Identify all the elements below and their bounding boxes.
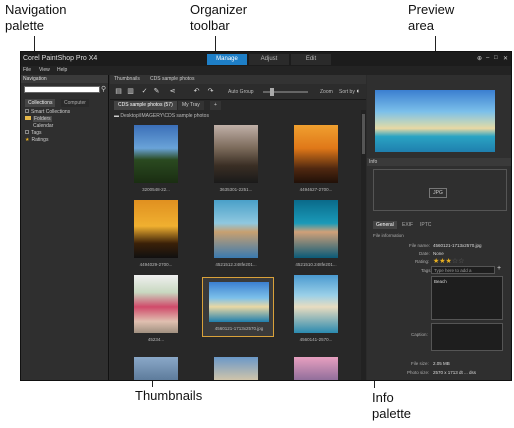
tab-cds-sample-photos[interactable]: CDS sample photos [150, 76, 194, 82]
info-thumbnail-box: JPG [373, 169, 507, 211]
tree-item-folders[interactable]: Folders [25, 116, 70, 123]
file-size-value: 2.05 MB [433, 361, 450, 366]
add-tray-button[interactable]: + [210, 101, 221, 110]
tag-item[interactable]: Beach [434, 279, 447, 284]
title-bar: Corel PaintShop Pro X4 Manage Adjust Edi… [21, 52, 511, 66]
callout-organizer-toolbar: Organizer toolbar [190, 2, 248, 33]
thumbnail[interactable]: 4494627-2700... [286, 125, 346, 197]
thumbnail-partial[interactable] [206, 357, 266, 380]
callout-preview-area: Preview area [408, 2, 455, 33]
rotate-right-icon[interactable]: ↷ [206, 87, 215, 96]
organizer-area: Thumbnails CDS sample photos ▤ ▥ ✓ ✎ ⋖ ↶… [110, 75, 366, 380]
caption-input[interactable] [431, 323, 503, 351]
tags-input[interactable]: Type here to add a [431, 266, 495, 274]
rotate-left-icon[interactable]: ↶ [192, 87, 201, 96]
navigation-header: Navigation [21, 75, 108, 83]
maximize-icon[interactable]: □ [494, 55, 498, 61]
options-icon[interactable]: ◐ [354, 87, 363, 96]
help-icon[interactable]: ⊕ [477, 55, 482, 62]
tab-computer[interactable]: Computer [61, 99, 89, 107]
tree-item-calendar[interactable]: Calendar [25, 123, 70, 130]
caption-label: Caption: [411, 332, 428, 337]
thumbnail[interactable]: 45234... [126, 275, 186, 347]
photo-size-label: Photo size: [407, 370, 430, 375]
thumbnail[interactable]: 3200548-22... [126, 125, 186, 197]
jpg-badge: JPG [429, 188, 447, 198]
view-mode-icon[interactable]: ▤ [114, 87, 123, 96]
tab-cds-folder[interactable]: CDS sample photos (57) [114, 101, 177, 110]
edit-icon[interactable]: ✎ [152, 87, 161, 96]
close-icon[interactable]: ✕ [503, 55, 508, 62]
preview-image [375, 90, 495, 152]
thumbnail-partial[interactable] [286, 357, 346, 380]
scrollbar-thumb[interactable] [362, 114, 365, 154]
menu-help[interactable]: Help [57, 67, 67, 73]
breadcrumb: ▬ Desktop\IMAGERY\CDS sample photos [114, 113, 209, 119]
menu-bar: File View Help [21, 66, 511, 75]
thumbnail[interactable]: 4494029-2700... [126, 200, 186, 272]
search-icon[interactable]: ⚲ [101, 85, 106, 93]
tab-iptc[interactable]: IPTC [417, 221, 434, 229]
tab-collections[interactable]: Collections [25, 99, 56, 107]
file-name-label: File name: [409, 243, 431, 248]
thumbnail[interactable]: 4521510.248fe201... [286, 200, 346, 272]
tab-thumbnails[interactable]: Thumbnails [114, 76, 140, 82]
zoom-slider-knob[interactable] [270, 88, 274, 96]
tree-item-smart-collections[interactable]: Smart Collections [25, 109, 70, 116]
date-value: None [433, 251, 444, 256]
thumbnail[interactable]: 4521512.248fe201... [206, 200, 266, 272]
tab-manage[interactable]: Manage [207, 54, 247, 65]
folder-icon [25, 116, 31, 120]
thumbnail[interactable]: 3635301-2251... [206, 125, 266, 197]
add-tag-icon[interactable]: + [497, 265, 501, 272]
thumbnail[interactable]: 4560141-2570... [286, 275, 346, 347]
minimize-icon[interactable]: – [486, 55, 489, 61]
tab-my-tray[interactable]: My Tray [178, 101, 204, 110]
tags-list[interactable]: Beach [431, 276, 503, 320]
thumbnail-selected[interactable]: 4560121-1713x2570.jpg [202, 277, 274, 337]
select-icon[interactable]: ✓ [140, 87, 149, 96]
zoom-label: Zoom [320, 89, 333, 95]
tree-item-ratings[interactable]: ★ Ratings [25, 137, 70, 144]
rating-label: Rating: [415, 259, 430, 264]
callout-thumbnails: Thumbnails [135, 388, 203, 403]
tab-exif[interactable]: EXIF [399, 221, 416, 229]
collection-tree: Smart Collections Folders Calendar Tags … [25, 109, 70, 144]
app-window: Corel PaintShop Pro X4 Manage Adjust Edi… [20, 51, 512, 381]
file-name-value: 4560121-1713x2570.jpg [433, 243, 482, 248]
right-panel: Info JPG General EXIF IPTC File informat… [367, 75, 511, 380]
info-header: Info [367, 158, 511, 166]
file-size-label: File size: [411, 361, 429, 366]
organizer-toolbar: ▤ ▥ ✓ ✎ ⋖ ↶ ↷ Auto Group Zoom Sort by ◐ [110, 84, 366, 100]
callout-navigation-palette: Navigation palette [5, 2, 67, 33]
search-input[interactable] [24, 86, 100, 93]
share-icon[interactable]: ⋖ [168, 87, 177, 96]
organizer-tabs: Thumbnails CDS sample photos [110, 75, 366, 84]
layout-icon[interactable]: ▥ [126, 87, 135, 96]
callout-info-palette: Info palette [372, 390, 412, 421]
auto-group-label[interactable]: Auto Group [228, 89, 254, 95]
tab-edit[interactable]: Edit [291, 54, 331, 65]
thumbnail-scrollbar[interactable] [361, 110, 366, 380]
sort-by-dropdown[interactable]: Sort by [339, 89, 355, 95]
tab-adjust[interactable]: Adjust [249, 54, 289, 65]
file-information-label: File information [373, 233, 404, 238]
star-icon: ★ [25, 137, 30, 143]
app-title: Corel PaintShop Pro X4 [23, 55, 98, 62]
thumbnail-partial[interactable] [126, 357, 186, 380]
photo-size-value: 2570 x 1713 dt ... dss [433, 370, 477, 375]
tab-general[interactable]: General [373, 221, 397, 229]
navigation-palette: Navigation ⚲ Collections Computer Smart … [21, 75, 109, 380]
menu-file[interactable]: File [23, 67, 31, 73]
tree-item-tags[interactable]: Tags [25, 130, 70, 137]
menu-view[interactable]: View [39, 67, 50, 73]
date-label: Date: [419, 251, 430, 256]
rating-stars[interactable]: ★★★☆☆ [433, 257, 464, 265]
